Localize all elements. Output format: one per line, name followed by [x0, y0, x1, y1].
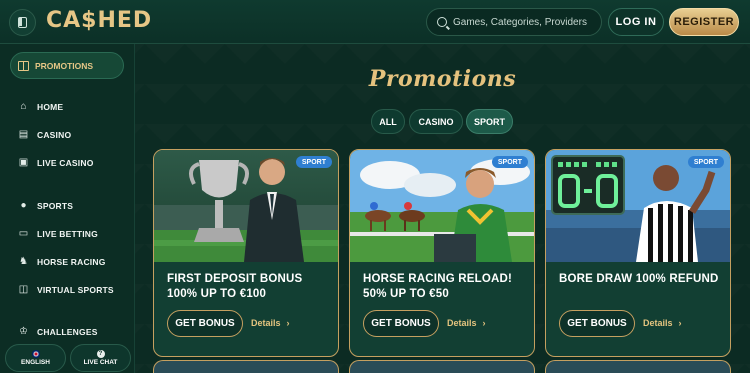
search-input[interactable]: [453, 16, 593, 28]
details-link[interactable]: Details ›: [643, 318, 682, 328]
sport-badge: SPORT: [687, 156, 724, 168]
details-link[interactable]: Details ›: [251, 318, 290, 328]
trophy-icon: ♔: [19, 326, 28, 337]
sidebar-item-label: CHALLENGES: [37, 327, 98, 337]
home-icon: ⌂: [20, 101, 27, 112]
login-button[interactable]: LOG IN: [608, 8, 664, 36]
cards-icon: ▣: [18, 157, 29, 168]
promo-card[interactable]: SPORT HORSE RACING RELOAD! 50% UP TO €50…: [349, 149, 535, 357]
promo-title-line-2: 50% UP TO €50: [363, 288, 449, 300]
search-bar[interactable]: [426, 8, 602, 36]
get-bonus-button[interactable]: GET BONUS: [167, 310, 243, 337]
sidebar-item-label: HORSE RACING: [37, 257, 106, 267]
logo[interactable]: CA$HED: [46, 8, 152, 33]
promo-title: BORE DRAW 100% REFUND: [559, 272, 724, 287]
promo-title: FIRST DEPOSIT BONUS 100% UP TO €100: [167, 272, 332, 302]
sidebar-toggle-icon: [18, 17, 27, 28]
page-title: Promotions: [368, 66, 517, 92]
chevron-right-icon: ›: [482, 318, 486, 328]
get-bonus-button[interactable]: GET BONUS: [559, 310, 635, 337]
live-icon: ▭: [18, 228, 29, 239]
language-button[interactable]: ENGLISH: [5, 344, 66, 372]
sidebar-item-label: LIVE BETTING: [37, 229, 98, 239]
filter-all[interactable]: ALL: [371, 109, 405, 134]
sidebar-item-label: LIVE CASINO: [37, 158, 94, 168]
virtual-icon: ◫: [18, 284, 29, 295]
filter-sport[interactable]: SPORT: [466, 109, 513, 134]
slot-machine-icon: ▤: [18, 129, 29, 140]
question-icon: ?: [96, 350, 105, 358]
sidebar-item-label: PROMOTIONS: [35, 60, 94, 71]
promo-card-partial[interactable]: [545, 360, 731, 373]
sidebar-item-label: CASINO: [37, 130, 72, 140]
top-header: CA$HED LOG IN REGISTER: [0, 0, 750, 44]
promo-title-line-1: BORE DRAW 100% REFUND: [559, 273, 719, 285]
promo-card-partial[interactable]: [349, 360, 535, 373]
get-bonus-button[interactable]: GET BONUS: [363, 310, 439, 337]
sidebar-item-label: HOME: [37, 102, 64, 112]
chevron-right-icon: ›: [678, 318, 682, 328]
sidebar-toggle-button[interactable]: [9, 9, 36, 36]
promo-card[interactable]: SPORT FIRST DEPOSIT BONUS 100% UP TO €10…: [153, 149, 339, 357]
register-button[interactable]: REGISTER: [669, 8, 739, 36]
gift-icon: [18, 60, 29, 71]
sidebar-item-challenges[interactable]: ♔ CHALLENGES: [18, 325, 98, 339]
promo-title-line-1: HORSE RACING RELOAD!: [363, 273, 513, 285]
promo-title-line-2: 100% UP TO €100: [167, 288, 267, 300]
sidebar-item-horse-racing[interactable]: ♞ HORSE RACING: [18, 255, 106, 269]
sidebar-item-label: SPORTS: [37, 201, 74, 211]
sport-badge: SPORT: [295, 156, 332, 168]
sidebar-item-home[interactable]: ⌂ HOME: [18, 100, 63, 114]
sidebar-item-casino[interactable]: ▤ CASINO: [18, 128, 71, 142]
sport-badge: SPORT: [491, 156, 528, 168]
sidebar-item-sports[interactable]: ● SPORTS: [18, 199, 73, 213]
promo-card-partial[interactable]: [153, 360, 339, 373]
main-content: Promotions ALL CASINO SPORT SPORT FIRST …: [135, 44, 750, 373]
sidebar-item-promotions[interactable]: PROMOTIONS: [10, 52, 124, 79]
language-label: ENGLISH: [21, 359, 50, 366]
sidebar-item-label: VIRTUAL SPORTS: [37, 285, 114, 295]
details-label: Details: [447, 318, 477, 328]
search-icon: [437, 17, 447, 27]
details-link[interactable]: Details ›: [447, 318, 486, 328]
sidebar: PROMOTIONS ⌂ HOME ▤ CASINO ▣ LIVE CASINO…: [0, 44, 135, 373]
details-label: Details: [643, 318, 673, 328]
sidebar-item-live-betting[interactable]: ▭ LIVE BETTING: [18, 227, 98, 241]
uk-flag-icon: [31, 350, 40, 358]
ball-icon: ●: [20, 200, 27, 211]
details-label: Details: [251, 318, 281, 328]
sidebar-item-virtual-sports[interactable]: ◫ VIRTUAL SPORTS: [18, 283, 114, 297]
promo-title-line-1: FIRST DEPOSIT BONUS: [167, 273, 303, 285]
live-chat-button[interactable]: ? LIVE CHAT: [70, 344, 131, 372]
horse-icon: ♞: [19, 256, 28, 267]
chevron-right-icon: ›: [286, 318, 290, 328]
promo-card[interactable]: SPORT BORE DRAW 100% REFUND GET BONUS De…: [545, 149, 731, 357]
promo-title: HORSE RACING RELOAD! 50% UP TO €50: [363, 272, 528, 302]
live-chat-label: LIVE CHAT: [83, 359, 118, 366]
sidebar-item-live-casino[interactable]: ▣ LIVE CASINO: [18, 156, 94, 170]
filter-casino[interactable]: CASINO: [409, 109, 463, 134]
